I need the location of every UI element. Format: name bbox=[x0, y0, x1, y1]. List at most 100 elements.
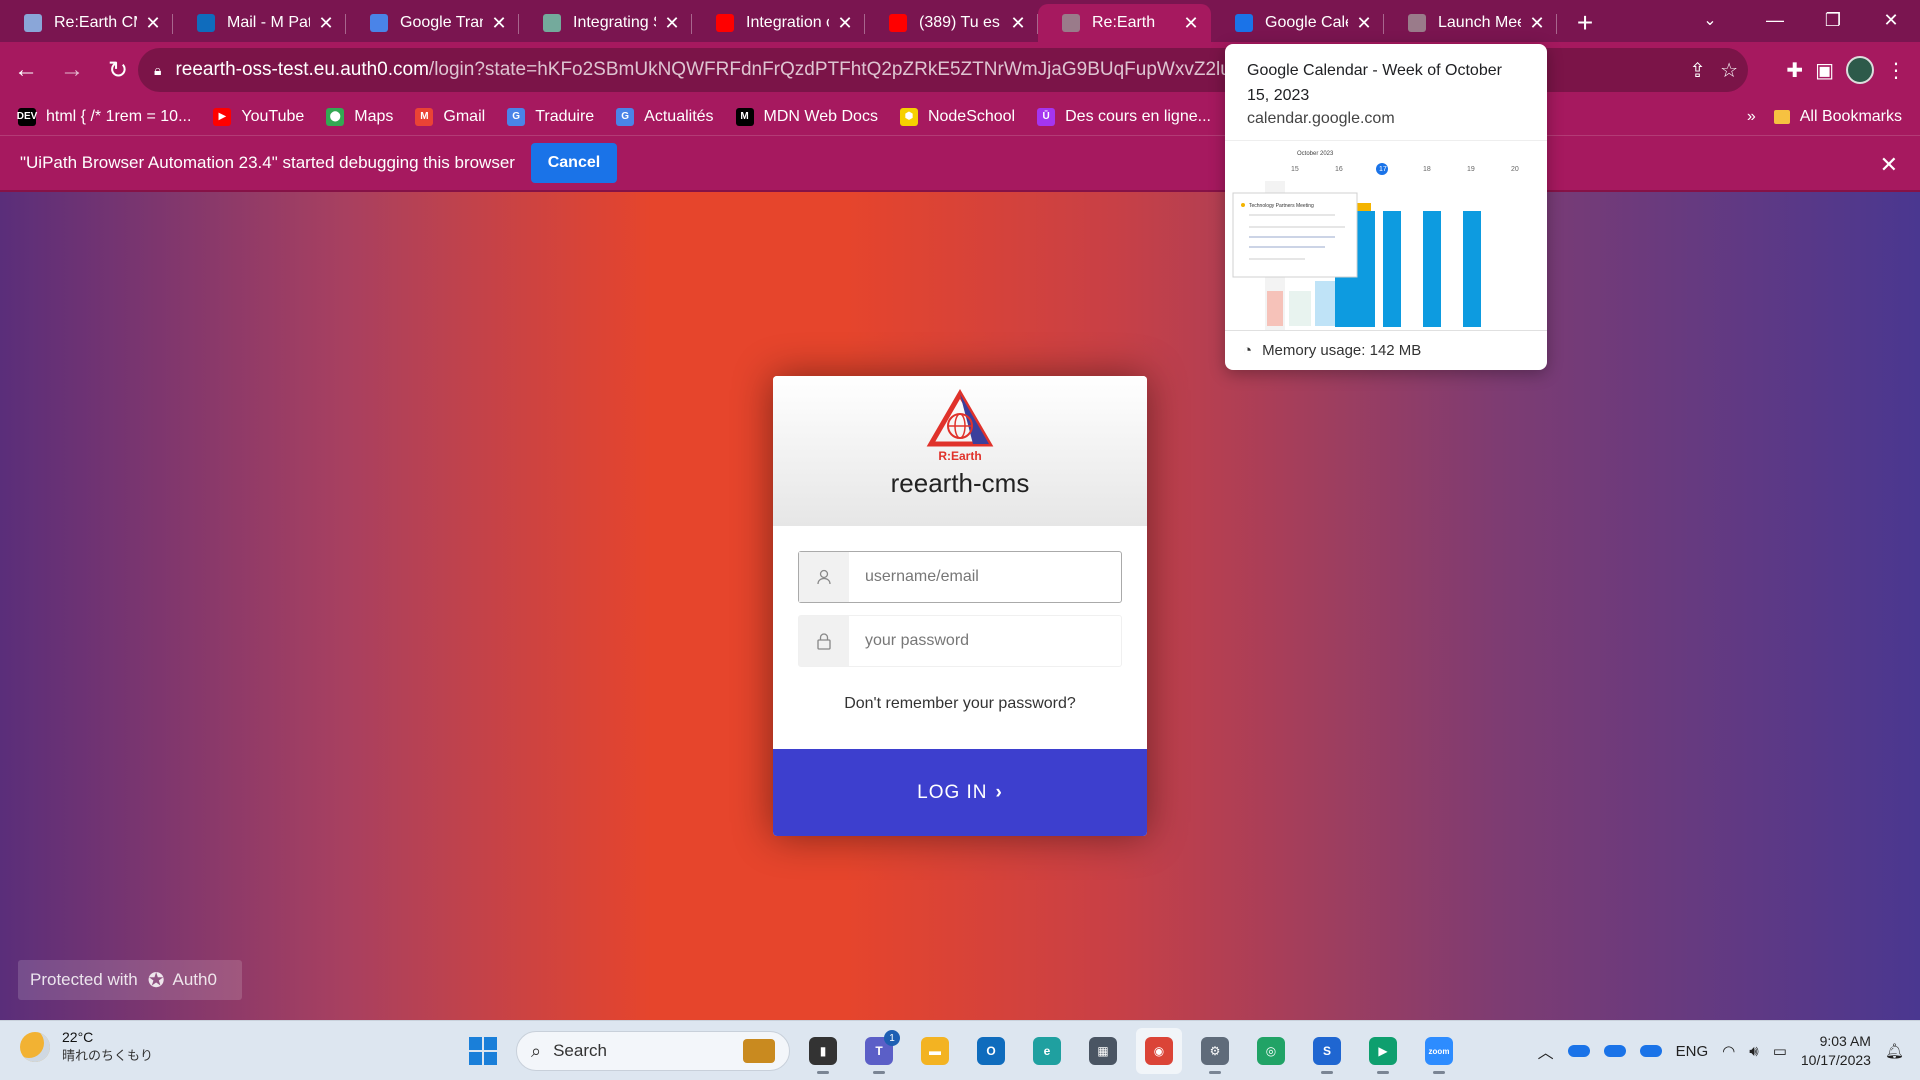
protected-with-auth0-badge[interactable]: Protected with ✪ Auth0 bbox=[18, 960, 242, 1000]
back-icon[interactable]: ← bbox=[6, 50, 46, 90]
bookmark-label: Traduire bbox=[535, 107, 595, 125]
close-tab-icon[interactable]: ✕ bbox=[1527, 13, 1547, 34]
tab[interactable]: Re:Earth ✕ bbox=[1038, 4, 1211, 42]
onedrive-icon[interactable] bbox=[1603, 1045, 1626, 1057]
weather-widget[interactable]: 22°C 晴れのちくもり bbox=[20, 1029, 153, 1064]
close-tab-icon[interactable]: ✕ bbox=[1181, 13, 1201, 34]
tab[interactable]: Mail - M Patri ✕ bbox=[173, 4, 346, 42]
forward-icon[interactable]: → bbox=[52, 50, 92, 90]
taskbar-app[interactable]: S bbox=[1304, 1028, 1350, 1074]
start-button-icon[interactable] bbox=[460, 1028, 506, 1074]
bookmark-item[interactable]: G Traduire bbox=[507, 107, 595, 126]
taskbar-app[interactable]: ▶ bbox=[1360, 1028, 1406, 1074]
bookmark-item[interactable]: ▶ YouTube bbox=[213, 107, 305, 126]
taskbar-app[interactable]: ◉ bbox=[1136, 1028, 1182, 1074]
reload-icon[interactable]: ↻ bbox=[98, 50, 138, 90]
taskbar-app[interactable]: ⚙ bbox=[1192, 1028, 1238, 1074]
share-icon[interactable]: ⇪ bbox=[1689, 58, 1706, 83]
password-input[interactable] bbox=[849, 616, 1121, 666]
taskbar-app[interactable]: T1 bbox=[856, 1028, 902, 1074]
bookmark-item[interactable]: M Gmail bbox=[415, 107, 486, 126]
taskbar-app[interactable]: ▦ bbox=[1080, 1028, 1126, 1074]
close-window-icon[interactable]: ✕ bbox=[1862, 0, 1920, 40]
bookmark-label: MDN Web Docs bbox=[763, 107, 878, 125]
close-tab-icon[interactable]: ✕ bbox=[1008, 13, 1028, 34]
profile-avatar[interactable] bbox=[1846, 56, 1874, 84]
onedrive-icon[interactable] bbox=[1567, 1045, 1590, 1057]
close-infobar-icon[interactable]: ✕ bbox=[1880, 152, 1898, 178]
memory-gauge-icon: ◔ bbox=[1243, 342, 1253, 359]
close-tab-icon[interactable]: ✕ bbox=[489, 13, 509, 34]
tab[interactable]: Google Transl ✕ bbox=[346, 4, 519, 42]
clock[interactable]: 9:03 AM 10/17/2023 bbox=[1801, 1032, 1871, 1070]
taskbar-app[interactable]: ▮ bbox=[800, 1028, 846, 1074]
taskbar-app[interactable]: O bbox=[968, 1028, 1014, 1074]
tab[interactable]: Launch Meet ✕ bbox=[1384, 4, 1557, 42]
tab-search-icon[interactable]: ⌄ bbox=[1690, 0, 1730, 40]
window-controls: — ❐ ✕ bbox=[1746, 0, 1920, 40]
volume-icon[interactable]: 🔊︎ bbox=[1749, 1043, 1758, 1060]
gmail-icon: M bbox=[415, 107, 434, 126]
bookmark-item[interactable]: Ū Des cours en ligne... bbox=[1037, 107, 1211, 126]
taskbar-app[interactable]: ▬ bbox=[912, 1028, 958, 1074]
taskbar-search[interactable]: ⌕ Search bbox=[516, 1031, 790, 1071]
taskbar-app[interactable]: ◎ bbox=[1248, 1028, 1294, 1074]
logo-text: R:Earth bbox=[938, 449, 981, 463]
side-panel-icon[interactable]: ▣ bbox=[1815, 58, 1834, 83]
login-button[interactable]: LOG IN › bbox=[773, 749, 1147, 836]
tab[interactable]: Re:Earth CMS ✕ bbox=[0, 4, 173, 42]
google-translate-favicon bbox=[370, 14, 388, 32]
bookmark-label: Actualités bbox=[644, 107, 714, 125]
lock-icon[interactable]: 🔒︎ bbox=[154, 62, 161, 79]
file-explorer-icon: ▬ bbox=[921, 1037, 949, 1065]
thumb-month: October 2023 bbox=[1297, 151, 1334, 157]
notification-bell-icon[interactable]: 🔔︎ bbox=[1885, 1042, 1904, 1060]
bookmark-item[interactable]: M MDN Web Docs bbox=[735, 107, 878, 126]
bookmark-item[interactable]: G Actualités bbox=[616, 107, 714, 126]
tab-title: Google Calen bbox=[1265, 14, 1348, 31]
wifi-icon[interactable]: ◠ bbox=[1722, 1042, 1735, 1060]
restore-icon[interactable]: ❐ bbox=[1804, 0, 1862, 40]
bookmark-label: YouTube bbox=[241, 107, 305, 125]
nodeschool-icon: ⬢ bbox=[899, 107, 918, 126]
close-tab-icon[interactable]: ✕ bbox=[316, 13, 336, 34]
reearth-logo: R:Earth bbox=[926, 389, 994, 463]
bookmark-label: Des cours en ligne... bbox=[1065, 107, 1211, 125]
bookmark-label: Gmail bbox=[443, 107, 486, 125]
bookmark-star-icon[interactable]: ☆ bbox=[1720, 58, 1738, 83]
cancel-debugging-button[interactable]: Cancel bbox=[530, 143, 617, 183]
tab-hover-card: Google Calendar - Week of October 15, 20… bbox=[1225, 44, 1547, 370]
bookmark-item[interactable]: DEV html { /* 1rem = 10... bbox=[17, 107, 191, 126]
forgot-password-link[interactable]: Don't remember your password? bbox=[798, 695, 1122, 713]
tab[interactable]: Google Calen ✕ bbox=[1211, 4, 1384, 42]
tab[interactable]: (389) Tu es él ✕ bbox=[865, 4, 1038, 42]
menu-icon[interactable]: ⋮ bbox=[1886, 58, 1906, 83]
all-bookmarks-folder[interactable]: All Bookmarks bbox=[1773, 108, 1902, 126]
login-card: R:Earth reearth-cms Don't remember your … bbox=[773, 376, 1147, 836]
language-indicator[interactable]: ENG bbox=[1676, 1043, 1709, 1060]
thumb-day-label: 19 bbox=[1467, 166, 1475, 173]
close-tab-icon[interactable]: ✕ bbox=[143, 13, 163, 34]
battery-icon[interactable]: ▭ bbox=[1773, 1042, 1787, 1060]
close-tab-icon[interactable]: ✕ bbox=[1354, 13, 1374, 34]
tab[interactable]: Integrating Sl ✕ bbox=[519, 4, 692, 42]
close-tab-icon[interactable]: ✕ bbox=[835, 13, 855, 34]
globe-favicon bbox=[1408, 14, 1426, 32]
username-input[interactable] bbox=[849, 552, 1121, 602]
new-tab-icon[interactable]: + bbox=[1565, 4, 1605, 42]
taskbar-app[interactable]: e bbox=[1024, 1028, 1070, 1074]
bookmark-item[interactable]: ⬤ Maps bbox=[326, 107, 393, 126]
taskbar-app[interactable]: zoom bbox=[1416, 1028, 1462, 1074]
more-bookmarks-icon[interactable]: » bbox=[1747, 108, 1756, 126]
thumb-day-label: 20 bbox=[1511, 166, 1519, 173]
bookmark-item[interactable]: ⬢ NodeSchool bbox=[899, 107, 1015, 126]
extensions-icon[interactable]: ✚ bbox=[1786, 58, 1803, 83]
close-tab-icon[interactable]: ✕ bbox=[662, 13, 682, 34]
thumb-day-label: 17 bbox=[1379, 166, 1387, 173]
show-hidden-icons-icon[interactable]: ︿ bbox=[1538, 1039, 1554, 1063]
tab[interactable]: Integration of ✕ bbox=[692, 4, 865, 42]
minimize-icon[interactable]: — bbox=[1746, 0, 1804, 40]
windows-taskbar: 22°C 晴れのちくもり ⌕ Search ▮ T 1 ▬ Oe ▦ ◉ ⚙ ◎ S ▶ zoom ︿… bbox=[0, 1020, 1920, 1080]
tab-strip: Re:Earth CMS✕Mail - M Patri✕Google Trans… bbox=[0, 0, 1920, 42]
onedrive-icon[interactable] bbox=[1639, 1045, 1662, 1057]
